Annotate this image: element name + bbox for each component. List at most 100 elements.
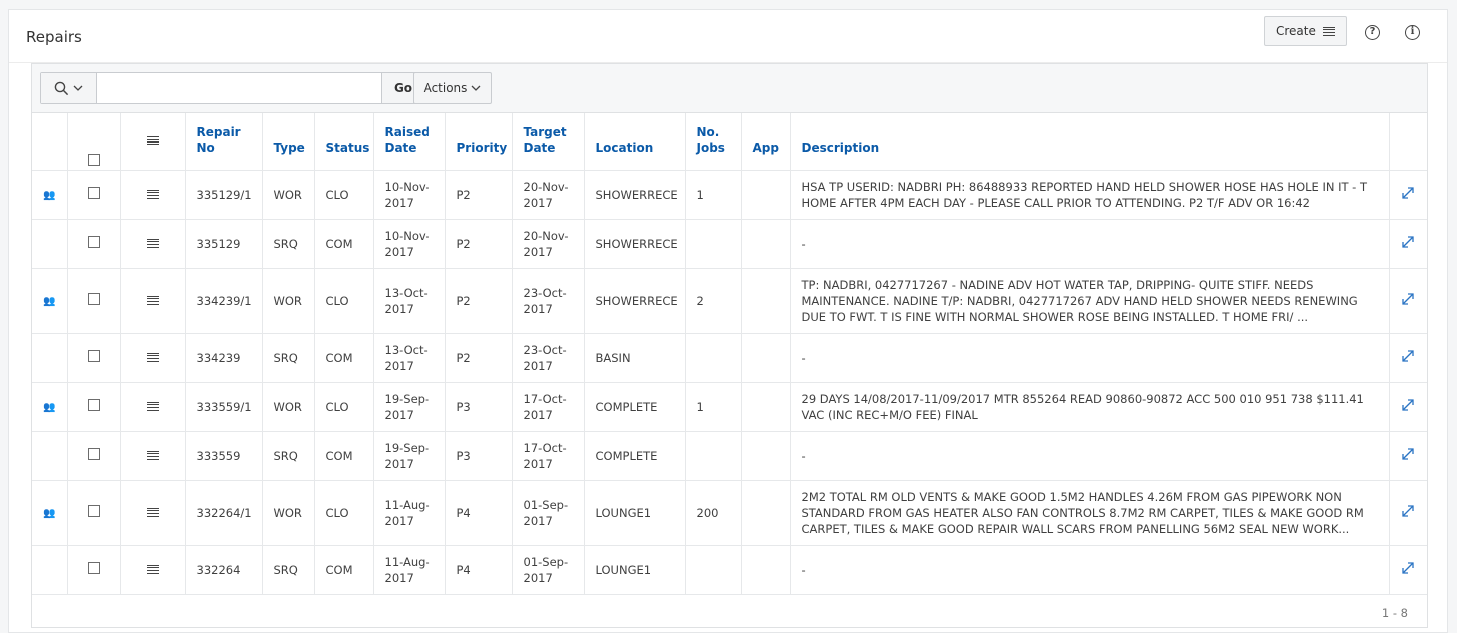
app-cell <box>741 431 791 481</box>
header-type[interactable]: Type <box>262 113 315 171</box>
type-cell: WOR <box>262 480 315 546</box>
priority-cell: P3 <box>445 382 513 432</box>
row-actions-cell <box>120 219 186 269</box>
row-menu-icon[interactable] <box>146 189 159 199</box>
app-cell <box>741 480 791 546</box>
info-icon[interactable]: i <box>1405 25 1420 40</box>
select-cell <box>67 333 121 383</box>
no-jobs-cell: 1 <box>685 382 742 432</box>
expand-cell <box>1389 382 1427 432</box>
header-target-date[interactable]: Target Date <box>512 113 585 171</box>
row-checkbox[interactable] <box>87 398 100 411</box>
repair-no-cell: 334239 <box>185 333 263 383</box>
repair-no-cell: 335129/1 <box>185 170 263 220</box>
row-menu-icon[interactable] <box>146 352 159 362</box>
table-row: 👥 332264/1 WOR CLO 11-Aug-2017 P4 01-Sep-2017 L… <box>32 480 1427 546</box>
row-menu-icon[interactable] <box>146 295 159 305</box>
expand-cell <box>1389 333 1427 383</box>
target-date-cell: 23-Oct-2017 <box>512 268 585 334</box>
table-row: 335129 SRQ COM 10-Nov-2017 P2 20-Nov-2017 SHOW… <box>32 219 1427 269</box>
search-column-selector[interactable] <box>41 73 97 103</box>
expand-icon[interactable] <box>1401 186 1415 200</box>
row-menu-icon[interactable] <box>146 450 159 460</box>
row-checkbox[interactable] <box>87 504 100 517</box>
person-icon[interactable]: 👥 <box>43 190 55 201</box>
raised-date-cell: 10-Nov-2017 <box>373 219 446 269</box>
row-checkbox[interactable] <box>87 349 100 362</box>
no-jobs-cell: 200 <box>685 480 742 546</box>
table-row: 👥 334239/1 WOR CLO 13-Oct-2017 P2 23-Oct-2017 S… <box>32 268 1427 334</box>
person-cell <box>32 431 68 481</box>
person-icon[interactable]: 👥 <box>43 296 55 307</box>
row-checkbox[interactable] <box>87 447 100 460</box>
app-cell <box>741 382 791 432</box>
actions-label: Actions <box>423 81 468 95</box>
expand-cell <box>1389 431 1427 481</box>
header-repair-no[interactable]: Repair No <box>185 113 263 171</box>
select-all-checkbox[interactable] <box>87 153 100 166</box>
status-cell: COM <box>314 431 374 481</box>
person-cell: 👥 <box>32 382 68 432</box>
description-cell: - <box>790 545 1390 595</box>
expand-cell <box>1389 480 1427 546</box>
expand-icon[interactable] <box>1401 398 1415 412</box>
search-input[interactable] <box>97 73 381 103</box>
priority-cell: P2 <box>445 170 513 220</box>
row-menu-icon[interactable] <box>146 564 159 574</box>
person-cell: 👥 <box>32 170 68 220</box>
expand-cell <box>1389 170 1427 220</box>
expand-icon[interactable] <box>1401 235 1415 249</box>
repair-no-cell: 332264/1 <box>185 480 263 546</box>
chevron-down-icon <box>471 85 481 91</box>
header-description[interactable]: Description <box>790 113 1390 171</box>
type-cell: SRQ <box>262 333 315 383</box>
type-cell: WOR <box>262 382 315 432</box>
expand-icon[interactable] <box>1401 561 1415 575</box>
expand-icon[interactable] <box>1401 447 1415 461</box>
table-row: 👥 335129/1 WOR CLO 10-Nov-2017 P2 20-Nov-2017 S… <box>32 170 1427 220</box>
expand-icon[interactable] <box>1401 504 1415 518</box>
app-cell <box>741 268 791 334</box>
expand-icon[interactable] <box>1401 349 1415 363</box>
raised-date-cell: 13-Oct-2017 <box>373 333 446 383</box>
select-cell <box>67 431 121 481</box>
raised-date-cell: 11-Aug-2017 <box>373 545 446 595</box>
person-icon[interactable]: 👥 <box>43 508 55 519</box>
repairs-region: Repairs Create ? i Go Actions Repair No … <box>8 9 1448 633</box>
actions-button[interactable]: Actions <box>413 72 492 104</box>
row-actions-cell <box>120 480 186 546</box>
help-icon[interactable]: ? <box>1365 25 1380 40</box>
row-checkbox[interactable] <box>87 561 100 574</box>
expand-icon[interactable] <box>1401 292 1415 306</box>
person-icon[interactable]: 👥 <box>43 402 55 413</box>
row-actions-cell <box>120 545 186 595</box>
location-cell: COMPLETE <box>584 382 686 432</box>
expand-cell <box>1389 545 1427 595</box>
create-button[interactable]: Create <box>1264 16 1347 46</box>
priority-cell: P3 <box>445 431 513 481</box>
header-status[interactable]: Status <box>314 113 374 171</box>
row-menu-icon[interactable] <box>146 238 159 248</box>
table-row: 332264 SRQ COM 11-Aug-2017 P4 01-Sep-2017 LOUN… <box>32 545 1427 595</box>
header-raised-date[interactable]: Raised Date <box>373 113 446 171</box>
type-cell: WOR <box>262 268 315 334</box>
app-cell <box>741 170 791 220</box>
row-menu-icon[interactable] <box>146 401 159 411</box>
row-checkbox[interactable] <box>87 235 100 248</box>
raised-date-cell: 13-Oct-2017 <box>373 268 446 334</box>
header-priority[interactable]: Priority <box>445 113 513 171</box>
type-cell: WOR <box>262 170 315 220</box>
pagination: 1 - 8 <box>1381 605 1408 620</box>
select-cell <box>67 382 121 432</box>
no-jobs-cell <box>685 431 742 481</box>
location-cell: LOUNGE1 <box>584 545 686 595</box>
select-cell <box>67 219 121 269</box>
row-checkbox[interactable] <box>87 186 100 199</box>
header-no-jobs[interactable]: No. Jobs <box>685 113 742 171</box>
header-location[interactable]: Location <box>584 113 686 171</box>
row-checkbox[interactable] <box>87 292 100 305</box>
no-jobs-cell <box>685 219 742 269</box>
header-app[interactable]: App <box>741 113 791 171</box>
priority-cell: P4 <box>445 545 513 595</box>
row-menu-icon[interactable] <box>146 507 159 517</box>
